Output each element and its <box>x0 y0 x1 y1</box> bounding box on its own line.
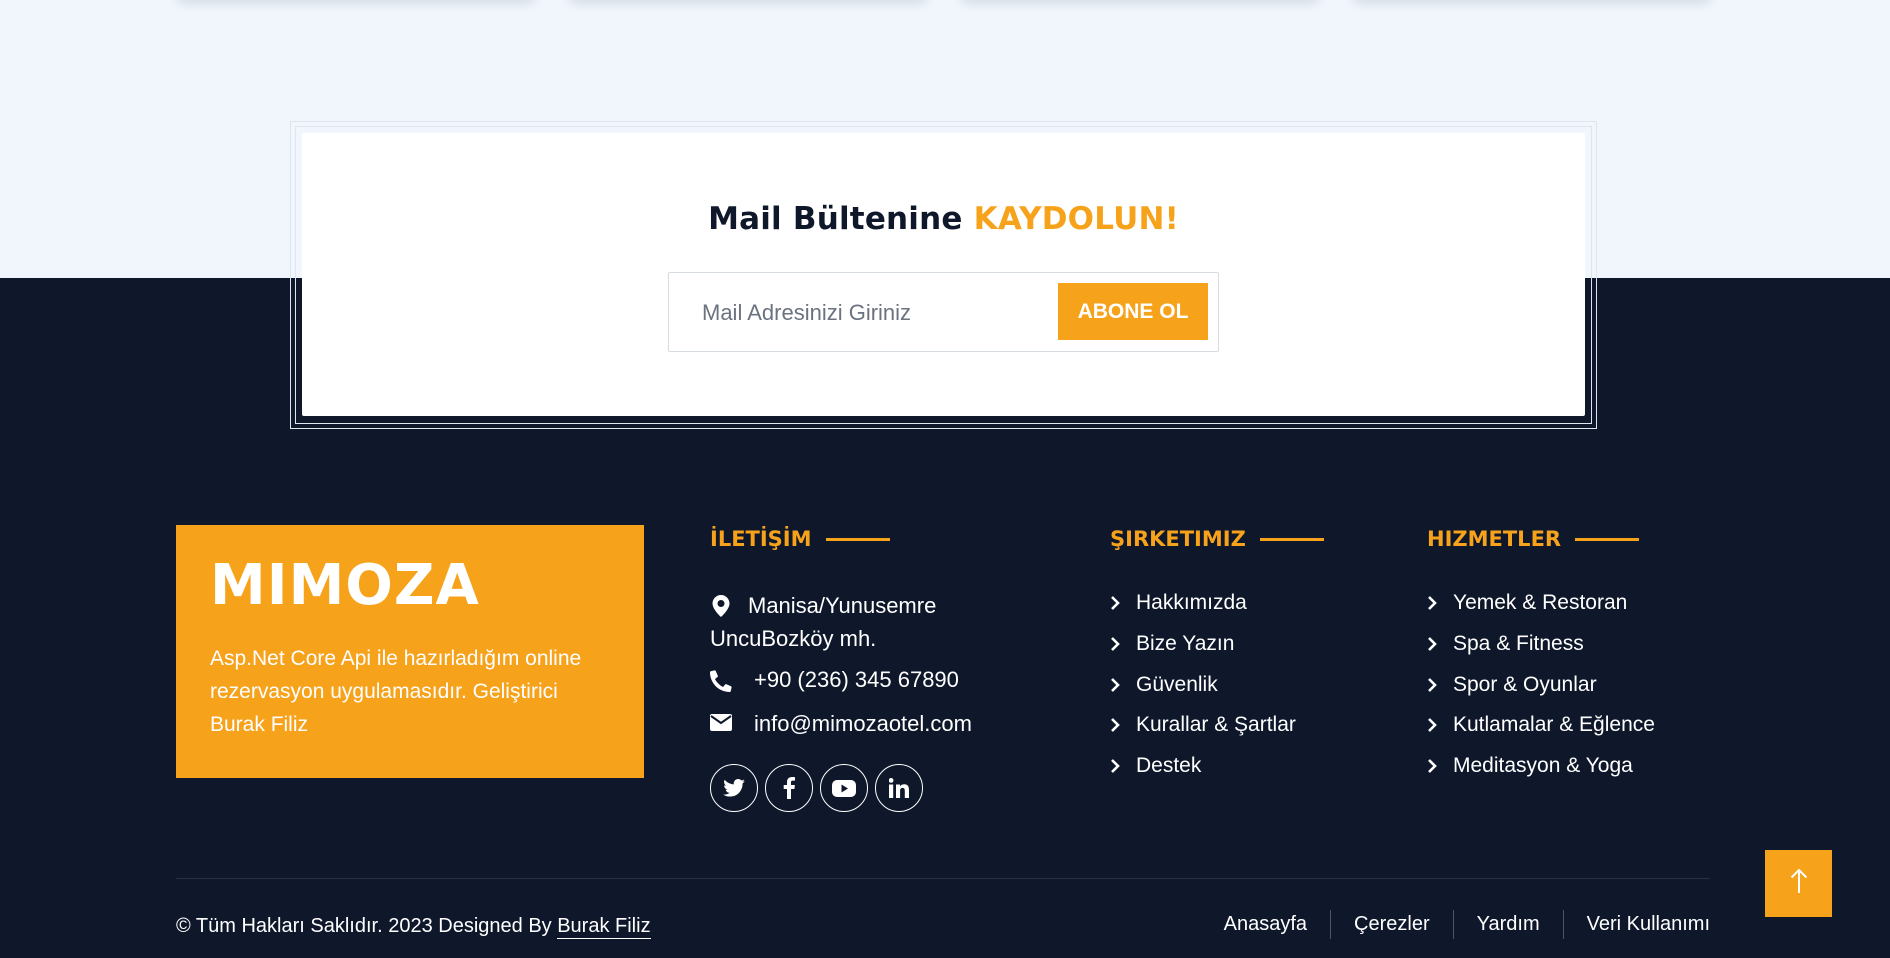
company-link[interactable]: Bize Yazın <box>1110 624 1296 665</box>
email-address[interactable]: info@mimozaotel.com <box>754 711 972 737</box>
chevron-right-icon <box>1110 596 1136 611</box>
footer-link-home[interactable]: Anasayfa <box>1201 910 1330 939</box>
service-link-label: Meditasyon & Yoga <box>1453 754 1633 778</box>
contact-heading-label: İLETİŞİM <box>710 527 812 551</box>
company-link[interactable]: Destek <box>1110 746 1296 787</box>
company-link-label: Destek <box>1136 754 1202 778</box>
heading-underline <box>1259 537 1324 541</box>
footer-divider <box>176 878 1710 879</box>
copyright: © Tüm Hakları Saklıdır. 2023 Designed By… <box>176 915 651 939</box>
company-link-label: Hakkımızda <box>1136 591 1247 615</box>
service-link[interactable]: Spa & Fitness <box>1427 624 1655 665</box>
address-text: Manisa/Yunusemre UncuBozköy mh. <box>710 589 1010 655</box>
chevron-right-icon <box>1110 637 1136 651</box>
chevron-right-icon <box>1110 759 1136 774</box>
chevron-right-icon <box>1427 596 1453 611</box>
brand-card: MIMOZA Asp.Net Core Api ile hazırladığım… <box>176 525 644 778</box>
company-heading-label: ŞIRKETIMIZ <box>1110 527 1246 551</box>
brand-description: Asp.Net Core Api ile hazırladığım online… <box>210 647 582 736</box>
company-heading: ŞIRKETIMIZ <box>1110 527 1324 551</box>
chevron-right-icon <box>1427 759 1453 774</box>
phone-row: +90 (236) 345 67890 <box>710 667 959 693</box>
brand-logo[interactable]: MIMOZA <box>210 558 610 614</box>
chevron-right-icon <box>1427 718 1453 733</box>
footer-nav: Anasayfa Çerezler Yardım Veri Kullanımı <box>1201 910 1710 939</box>
services-heading-label: HIZMETLER <box>1427 527 1562 551</box>
heading-underline <box>1575 537 1640 541</box>
chevron-right-icon <box>1110 677 1136 692</box>
company-link[interactable]: Kurallar & Şartlar <box>1110 705 1296 746</box>
copyright-text: © Tüm Hakları Saklıdır. 2023 Designed By <box>176 915 552 937</box>
newsletter-title-main: Mail Bültenine <box>708 201 963 237</box>
address-row: Manisa/Yunusemre UncuBozköy mh. <box>710 589 1010 655</box>
service-link-label: Spor & Oyunlar <box>1453 672 1597 696</box>
company-link-label: Bize Yazın <box>1136 632 1235 656</box>
youtube-icon[interactable] <box>820 764 868 812</box>
footer-link-help[interactable]: Yardım <box>1452 910 1563 939</box>
service-link-label: Kutlamalar & Eğlence <box>1453 713 1655 737</box>
phone-icon <box>710 667 732 692</box>
author-link[interactable]: Burak Filiz <box>557 915 651 939</box>
linkedin-icon[interactable] <box>875 764 923 812</box>
chevron-right-icon <box>1427 677 1453 692</box>
phone-number[interactable]: +90 (236) 345 67890 <box>754 667 959 693</box>
map-pin-icon <box>710 592 732 617</box>
contact-heading: İLETİŞİM <box>710 527 890 551</box>
service-link-label: Yemek & Restoran <box>1453 591 1628 615</box>
twitter-icon[interactable] <box>710 764 758 812</box>
address-label: Manisa/Yunusemre UncuBozköy mh. <box>710 593 937 651</box>
company-link[interactable]: Güvenlik <box>1110 664 1296 705</box>
social-links <box>710 764 923 812</box>
chevron-right-icon <box>1427 637 1453 651</box>
subscribe-button[interactable]: ABONE OL <box>1058 283 1208 340</box>
company-link-label: Kurallar & Şartlar <box>1136 713 1296 737</box>
company-link-label: Güvenlik <box>1136 672 1218 696</box>
service-link[interactable]: Yemek & Restoran <box>1427 583 1655 624</box>
service-link[interactable]: Meditasyon & Yoga <box>1427 746 1655 787</box>
footer-link-data-usage[interactable]: Veri Kullanımı <box>1562 910 1710 939</box>
footer-link-cookies[interactable]: Çerezler <box>1330 910 1453 939</box>
company-links: Hakkımızda Bize Yazın Güvenlik Kurallar … <box>1110 583 1296 786</box>
newsletter-section: Mail Bültenine KAYDOLUN! ABONE OL <box>302 133 1585 416</box>
company-link[interactable]: Hakkımızda <box>1110 583 1296 624</box>
arrow-up-icon <box>1790 868 1808 899</box>
newsletter-title: Mail Bültenine KAYDOLUN! <box>302 201 1585 237</box>
subscribe-form: ABONE OL <box>668 272 1219 352</box>
service-link[interactable]: Spor & Oyunlar <box>1427 664 1655 705</box>
email-row: info@mimozaotel.com <box>710 711 972 737</box>
services-links: Yemek & Restoran Spa & Fitness Spor & Oy… <box>1427 583 1655 786</box>
facebook-icon[interactable] <box>765 764 813 812</box>
services-heading: HIZMETLER <box>1427 527 1640 551</box>
envelope-icon <box>710 711 732 731</box>
heading-underline <box>825 537 890 541</box>
chevron-right-icon <box>1110 718 1136 733</box>
email-input[interactable] <box>689 293 1019 333</box>
scroll-to-top-button[interactable] <box>1765 850 1832 917</box>
service-link[interactable]: Kutlamalar & Eğlence <box>1427 705 1655 746</box>
service-link-label: Spa & Fitness <box>1453 632 1584 656</box>
newsletter-title-accent: KAYDOLUN! <box>973 201 1179 237</box>
